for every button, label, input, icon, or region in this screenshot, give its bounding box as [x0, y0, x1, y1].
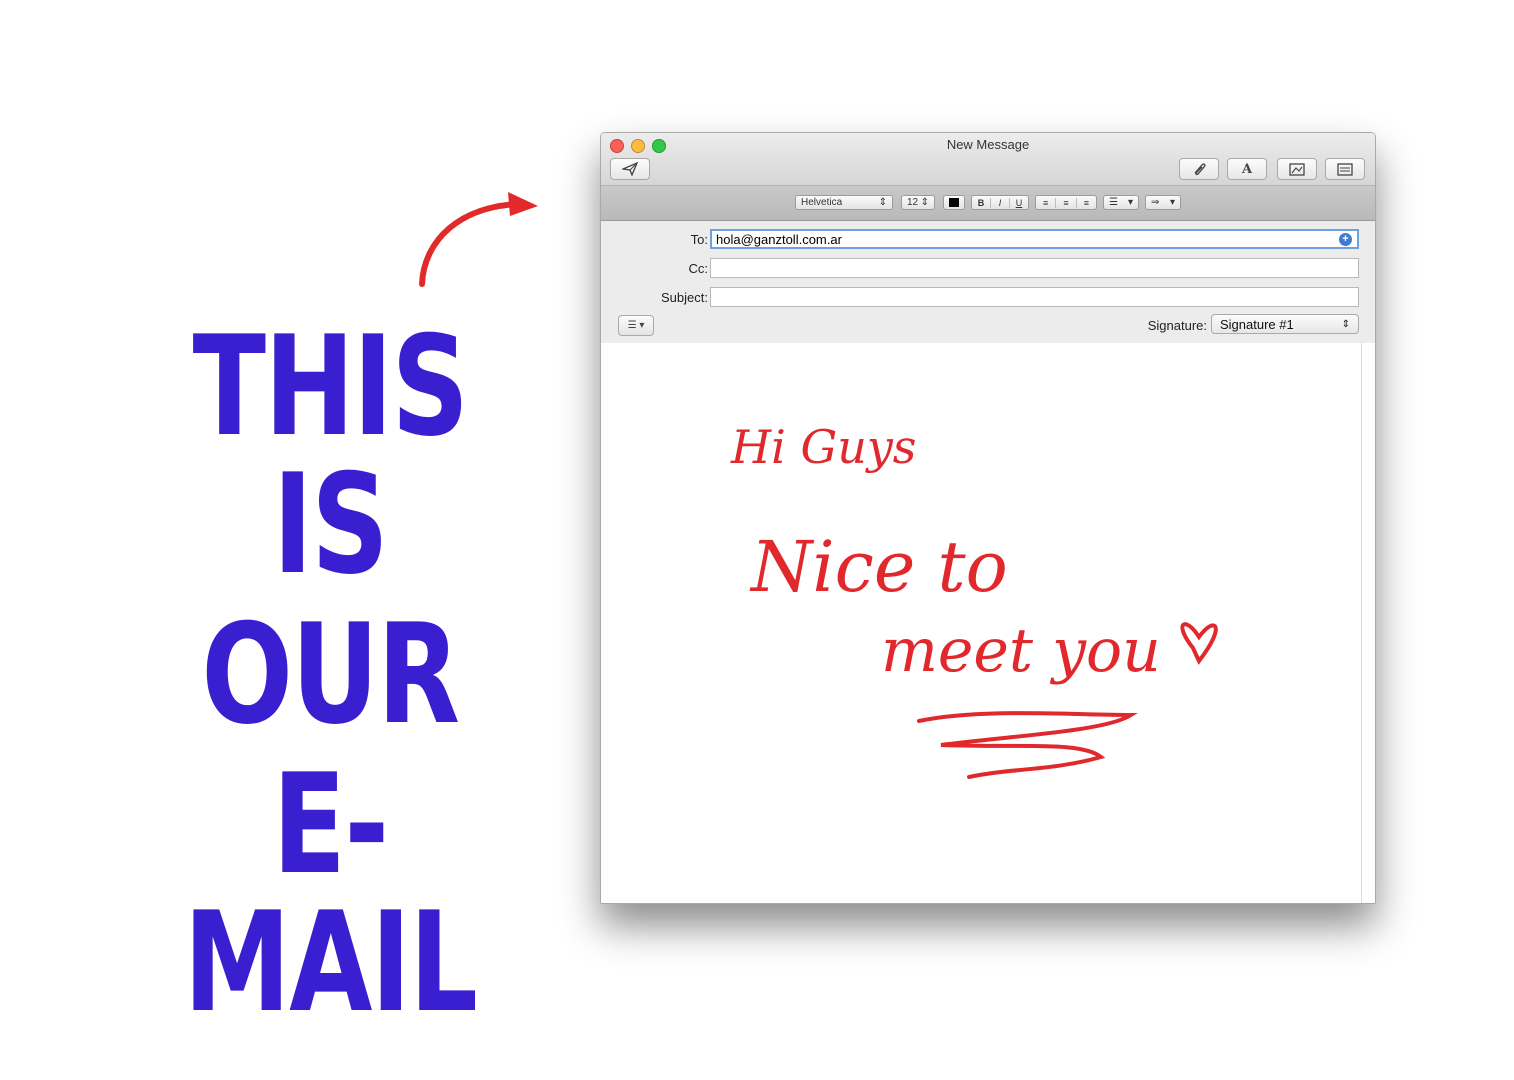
color-swatch-icon [949, 198, 959, 207]
font-family-select[interactable]: Helvetica ⇕ [795, 195, 893, 210]
cc-field[interactable] [710, 258, 1359, 278]
cc-label: Cc: [688, 261, 709, 276]
handwriting-line-3: meet you [881, 616, 1161, 686]
font-size-select[interactable]: 12 ⇕ [901, 195, 935, 210]
headline-line-2: OUR [201, 594, 460, 755]
font-family-value: Helvetica [801, 197, 843, 208]
style-buttons: B I U [971, 195, 1029, 210]
add-contact-icon[interactable]: + [1339, 233, 1352, 246]
to-field-value: hola@ganztoll.com.ar [716, 232, 842, 247]
align-left-icon[interactable]: ≡ [1036, 197, 1057, 208]
align-right-icon[interactable]: ≡ [1077, 198, 1096, 208]
handwriting-line-1: Hi Guys [730, 420, 916, 474]
title-bar: New Message A [601, 133, 1375, 186]
photo-browser-button[interactable] [1277, 158, 1317, 180]
alignment-buttons: ≡ ≡ ≡ [1035, 195, 1097, 210]
header-fields-menu[interactable]: ☰ ▾ [618, 315, 654, 336]
list-button[interactable]: ☰ ▾ [1103, 195, 1139, 210]
format-bar: Helvetica ⇕ 12 ⇕ B I U ≡ ≡ ≡ ☰ ▾ ⇒ ▾ [601, 186, 1375, 221]
fonts-button[interactable]: A [1227, 158, 1267, 180]
to-label: To: [690, 232, 708, 247]
send-button[interactable] [610, 158, 650, 180]
chevron-down-icon: ▾ [1169, 197, 1175, 208]
align-center-icon[interactable]: ≡ [1056, 197, 1077, 208]
signature-label: Signature: [1147, 318, 1207, 333]
bold-button[interactable]: B [972, 197, 991, 208]
font-size-value: 12 [907, 197, 919, 208]
photo-browser-icon [1289, 162, 1305, 176]
updown-arrows-icon: ⇕ [1341, 318, 1350, 330]
indent-button[interactable]: ⇒ ▾ [1145, 195, 1181, 210]
compose-window: New Message A Helvetica ⇕ 12 ⇕ B I U ≡ ≡ ≡… [600, 132, 1376, 904]
message-body[interactable]: Hi Guys Nice to meet you [601, 343, 1375, 903]
subject-field[interactable] [710, 287, 1359, 307]
curved-arrow-icon [419, 192, 538, 287]
body-scroll-edge [1361, 343, 1362, 903]
window-title: New Message [946, 137, 1030, 152]
list-icon: ☰ [1109, 197, 1118, 208]
underline-button[interactable]: U [1010, 198, 1028, 208]
handwriting-line-2: Nice to [749, 526, 1008, 608]
format-bar-button[interactable] [1325, 158, 1365, 180]
paperclip-icon [1194, 163, 1206, 176]
updown-arrows-icon: ⇕ [878, 197, 887, 208]
flourish-icon [917, 711, 1138, 779]
subject-label: Subject: [661, 290, 708, 305]
stationery-icon [1337, 162, 1353, 176]
headline-line-3: E-MAIL [183, 744, 478, 1043]
italic-button[interactable]: I [991, 197, 1010, 208]
attach-button[interactable] [1179, 158, 1219, 180]
message-header: To: hola@ganztoll.com.ar + Cc: Subject: … [601, 221, 1375, 344]
heart-icon [1180, 622, 1218, 665]
handwritten-message: Hi Guys Nice to meet you [730, 420, 1218, 779]
updown-arrows-icon: ⇕ [920, 197, 929, 208]
signature-select[interactable]: Signature #1 ⇕ [1211, 314, 1359, 334]
signature-value: Signature #1 [1220, 316, 1294, 332]
indent-arrow-icon: ⇒ [1151, 197, 1160, 208]
paper-plane-icon [622, 162, 638, 176]
chevron-down-icon: ▾ [1127, 197, 1133, 208]
headline: THIS IS OUR E-MAIL [140, 318, 520, 1032]
menu-lines-icon: ☰ ▾ [627, 320, 645, 331]
to-field[interactable]: hola@ganztoll.com.ar + [710, 229, 1359, 249]
text-color-button[interactable] [943, 195, 965, 210]
headline-line-1: THIS IS [192, 306, 469, 605]
